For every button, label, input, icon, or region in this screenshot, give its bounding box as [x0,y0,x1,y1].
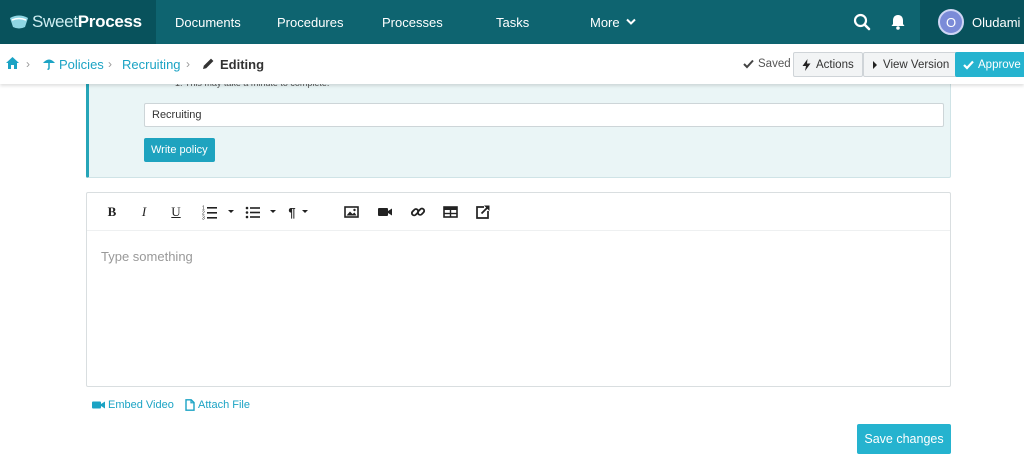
ai-write-panel: 1. This may take a minute to complete. W… [86,78,951,178]
nav-procedures[interactable]: Procedures [277,0,343,44]
pencil-icon [203,58,214,69]
sweetprocess-logo[interactable]: Sweet Process [0,0,156,44]
editor-toolbar: B I U 1 2 3 ¶ [87,193,950,231]
caret-right-icon [873,60,877,69]
actions-label: Actions [816,58,854,71]
check-icon [963,60,974,70]
actions-button[interactable]: Actions [793,52,863,77]
logo-text-process: Process [77,12,142,31]
embed-video-link[interactable]: Embed Video [92,399,174,411]
logo-cup-icon [10,15,28,29]
italic-icon[interactable]: I [138,204,150,220]
lightning-icon [802,58,811,71]
breadcrumb-policies[interactable]: Policies [59,57,104,72]
search-icon[interactable] [852,12,872,32]
logo-text-sweet: Sweet [32,12,78,31]
avatar: O [938,9,964,35]
chevron-down-icon [625,18,636,25]
chevron-down-icon[interactable] [269,204,277,220]
saved-label: Saved [758,58,791,70]
approve-label: Approve [978,58,1021,71]
image-icon[interactable] [344,204,359,220]
home-icon[interactable] [5,56,20,70]
video-camera-icon [92,401,105,409]
attach-file-label: Attach File [198,399,250,411]
bold-icon[interactable]: B [105,204,119,220]
table-icon[interactable] [443,204,458,220]
file-icon [185,399,195,411]
breadcrumb-separator: › [26,57,30,71]
rich-text-editor: B I U 1 2 3 ¶ Type something [86,192,951,387]
saved-status: Saved [743,58,791,70]
ordered-list-icon[interactable]: 1 2 3 [202,204,218,220]
breadcrumb-bar: › Policies › Recruiting › Editing Saved … [0,44,1024,84]
external-link-icon[interactable] [475,204,491,220]
breadcrumb-separator: › [186,57,190,71]
write-policy-button[interactable]: Write policy [144,138,215,162]
svg-text:3: 3 [202,216,205,221]
attach-file-link[interactable]: Attach File [185,399,250,411]
user-name: Oludami [972,14,1021,30]
underline-icon[interactable]: U [169,204,183,220]
nav-processes[interactable]: Processes [382,0,443,44]
breadcrumb-current: Editing [220,57,265,72]
save-changes-button[interactable]: Save changes [857,424,951,454]
approve-button[interactable]: Approve [955,52,1024,77]
view-version-label: View Version [883,58,950,71]
nav-tasks[interactable]: Tasks [496,0,529,44]
umbrella-icon [43,59,55,70]
chevron-down-icon[interactable] [227,204,235,220]
chevron-down-icon[interactable] [301,204,309,220]
breadcrumb-recruiting[interactable]: Recruiting [122,57,181,72]
unordered-list-icon[interactable] [245,204,261,220]
breadcrumb-separator: › [108,57,112,71]
top-navbar: Sweet Process Documents Procedures Proces… [0,0,1024,44]
video-icon[interactable] [377,204,393,220]
nav-more-label: More [590,14,620,30]
nav-more[interactable]: More [590,0,636,44]
embed-video-label: Embed Video [108,399,174,411]
check-icon [743,59,754,69]
policy-topic-input[interactable] [144,103,944,127]
link-icon[interactable] [410,204,426,220]
paragraph-icon[interactable]: ¶ [286,204,298,220]
nav-documents[interactable]: Documents [175,0,241,44]
view-version-button[interactable]: View Version [863,52,959,77]
bell-icon[interactable] [888,12,908,32]
editor-content-area[interactable]: Type something [101,249,193,264]
user-menu[interactable]: O Oludami [920,0,1024,44]
